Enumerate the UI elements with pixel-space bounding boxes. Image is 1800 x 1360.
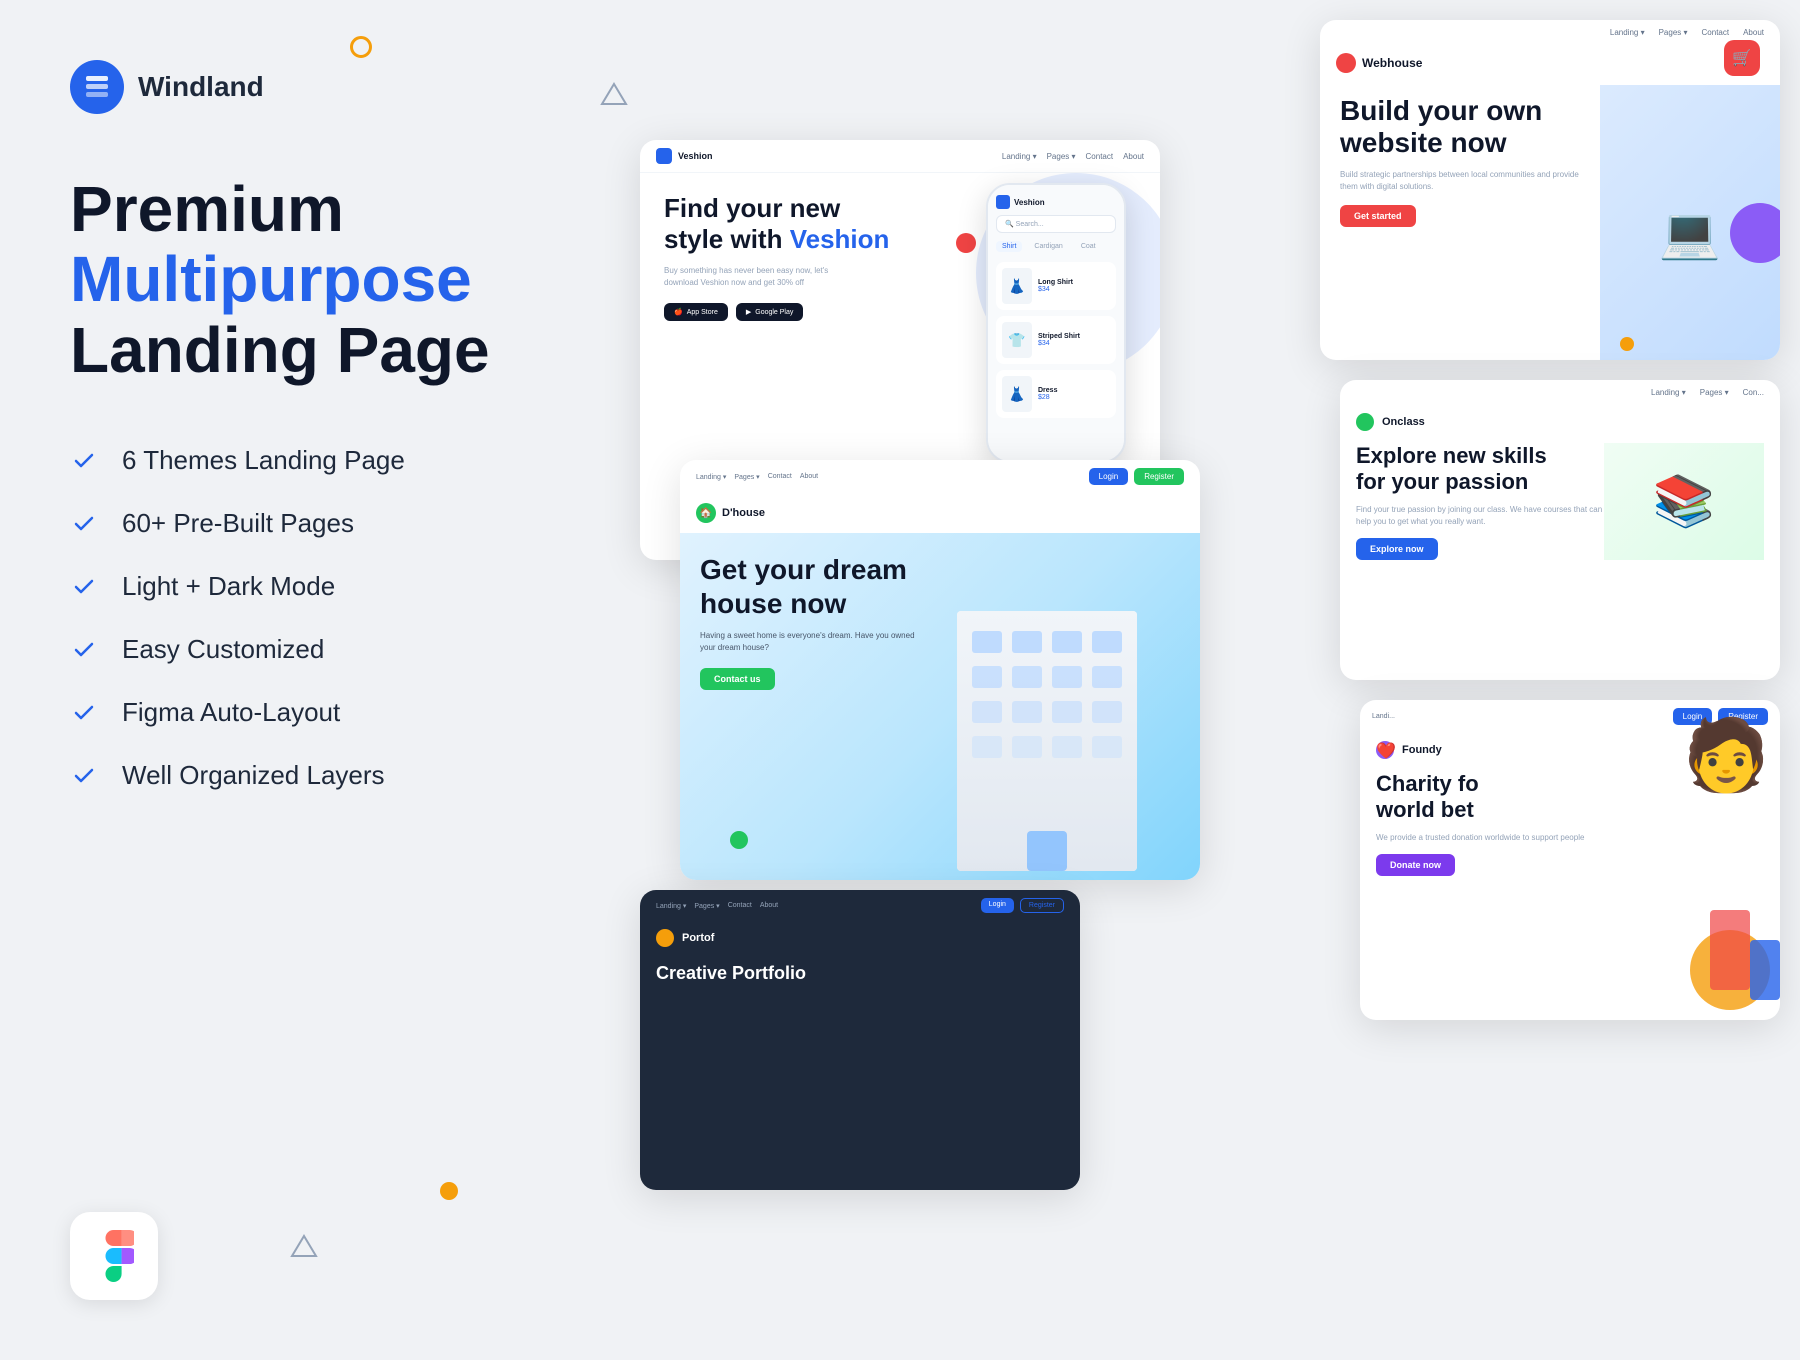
feature-label-4: Easy Customized: [122, 634, 324, 665]
feature-item-3: Light + Dark Mode: [70, 571, 520, 602]
veshion-subtext: Buy something has never been easy now, l…: [664, 265, 864, 289]
veshion-nav-links: Landing ▾ Pages ▾ Contact About: [1002, 152, 1144, 161]
portof-headline: Creative Portfolio: [656, 963, 1064, 985]
check-icon-1: [70, 447, 98, 475]
webhouse-headline: Build your ownwebsite now: [1340, 95, 1580, 159]
building-illustration: [904, 533, 1190, 880]
foundy-nav-landing: Landi...: [1372, 713, 1395, 720]
brand-name: Windland: [138, 71, 264, 103]
headline-line2: Landing Page: [70, 314, 490, 386]
webhouse-brand-icon: [1336, 53, 1356, 73]
features-list: 6 Themes Landing Page 60+ Pre-Built Page…: [70, 445, 520, 791]
feature-item-1: 6 Themes Landing Page: [70, 445, 520, 476]
webhouse-brand-name: Webhouse: [1362, 56, 1422, 70]
left-panel: Windland Premium Multipurpose Landing Pa…: [0, 0, 580, 1360]
portof-nav: Landing ▾Pages ▾ContactAbout: [656, 902, 778, 910]
dhouse-green-dot: [730, 831, 748, 849]
logo-row: Windland: [70, 60, 520, 114]
foundy-brand-name: Foundy: [1402, 744, 1442, 756]
check-icon-6: [70, 762, 98, 790]
phone-product-1: 👗 Long Shirt $34: [996, 262, 1116, 310]
feature-label-1: 6 Themes Landing Page: [122, 445, 405, 476]
deco-triangle-bottom: [290, 1232, 318, 1260]
portof-auth: Login Register: [981, 898, 1064, 913]
check-icon-2: [70, 510, 98, 538]
deco-circle-top: [350, 36, 372, 58]
dhouse-cta[interactable]: Contact us: [700, 668, 775, 690]
dhouse-auth: Login Register: [1089, 468, 1184, 485]
dhouse-login-btn[interactable]: Login: [1089, 468, 1129, 485]
feature-label-5: Figma Auto-Layout: [122, 697, 340, 728]
onclass-brand-name: Onclass: [1382, 416, 1425, 428]
onclass-sub: Find your true passion by joining our cl…: [1356, 504, 1604, 528]
portof-register-btn[interactable]: Register: [1020, 898, 1064, 913]
phone-tabs: Shirt Cardigan Coat: [996, 241, 1116, 252]
feature-item-4: Easy Customized: [70, 634, 520, 665]
feature-item-2: 60+ Pre-Built Pages: [70, 508, 520, 539]
onclass-illustration: 📚: [1604, 443, 1764, 560]
onclass-headline: Explore new skillsfor your passion: [1356, 443, 1604, 496]
phone-search[interactable]: 🔍 Search...: [996, 215, 1116, 233]
right-panel: Veshion Landing ▾ Pages ▾ Contact About …: [580, 0, 1800, 1360]
dhouse-headline: Get your dreamhouse now: [700, 553, 920, 620]
cart-icon: 🛒: [1724, 40, 1760, 76]
onclass-nav: Landing ▾ Pages ▾ Con...: [1340, 380, 1780, 401]
check-icon-5: [70, 699, 98, 727]
check-icon-3: [70, 573, 98, 601]
onclass-cta[interactable]: Explore now: [1356, 538, 1438, 560]
portof-login-btn[interactable]: Login: [981, 898, 1014, 913]
windland-logo-icon: [70, 60, 124, 114]
preview-card-dhouse: Landing ▾Pages ▾ContactAbout Login Regis…: [680, 460, 1200, 880]
preview-card-portof: Landing ▾Pages ▾ContactAbout Login Regis…: [640, 890, 1080, 1190]
onclass-brand-icon: [1356, 413, 1374, 431]
headline-plain: Premium: [70, 173, 344, 245]
feature-label-3: Light + Dark Mode: [122, 571, 335, 602]
dhouse-brand-name: D'house: [722, 507, 765, 519]
deco-circle-bottom: [440, 1182, 458, 1200]
portof-brand: Portof: [640, 921, 1080, 955]
webhouse-sub: Build strategic partnerships between loc…: [1340, 169, 1580, 193]
foundy-cta[interactable]: Donate now: [1376, 854, 1455, 876]
main-headline: Premium Multipurpose Landing Page: [70, 174, 520, 385]
webhouse-nav: Landing ▾ Pages ▾ Contact About: [1320, 20, 1780, 41]
webhouse-brand: Webhouse: [1336, 53, 1422, 73]
foundy-person: 🧑: [1620, 700, 1780, 1020]
dhouse-brand-icon: 🏠: [696, 503, 716, 523]
dhouse-register-btn[interactable]: Register: [1134, 468, 1184, 485]
veshion-nav-brand: Veshion: [678, 151, 713, 161]
appstore-button[interactable]: 🍎 App Store: [664, 303, 728, 321]
check-icon-4: [70, 636, 98, 664]
feature-label-2: 60+ Pre-Built Pages: [122, 508, 354, 539]
headline-accent: Multipurpose: [70, 243, 472, 315]
dhouse-nav-links: Landing ▾Pages ▾ContactAbout: [696, 473, 818, 481]
feature-item-5: Figma Auto-Layout: [70, 697, 520, 728]
phone-product-2: 👕 Striped Shirt $34: [996, 316, 1116, 364]
preview-card-onclass: Landing ▾ Pages ▾ Con... Onclass Explore…: [1340, 380, 1780, 680]
feature-item-6: Well Organized Layers: [70, 760, 520, 791]
veshion-store-buttons: 🍎 App Store ▶ Google Play: [664, 303, 956, 321]
dhouse-sub: Having a sweet home is everyone's dream.…: [700, 630, 920, 654]
feature-label-6: Well Organized Layers: [122, 760, 385, 791]
veshion-phone-mockup: Veshion 🔍 Search... Shirt Cardigan Coat …: [986, 183, 1126, 463]
veshion-float-red: [956, 233, 976, 253]
webhouse-yellow-dot: [1620, 337, 1634, 351]
preview-card-webhouse: Landing ▾ Pages ▾ Contact About Webhouse…: [1320, 20, 1780, 360]
googleplay-button[interactable]: ▶ Google Play: [736, 303, 804, 321]
dhouse-brand: 🏠 D'house: [696, 503, 765, 523]
portof-content: Creative Portfolio: [640, 955, 1080, 993]
foundy-brand-icon: ❤️: [1376, 741, 1394, 759]
headline-block: Premium Multipurpose Landing Page: [70, 174, 520, 385]
preview-card-foundy: Landi... Login Register ❤️ Foundy Charit…: [1360, 700, 1780, 1020]
phone-products: 👗 Long Shirt $34 👕 Striped Shirt: [996, 262, 1116, 418]
figma-badge: [70, 1212, 158, 1300]
webhouse-cta[interactable]: Get started: [1340, 205, 1416, 227]
phone-product-3: 👗 Dress $28: [996, 370, 1116, 418]
veshion-headline: Find your newstyle with Veshion: [664, 193, 956, 255]
portof-brand-name: Portof: [682, 932, 714, 944]
